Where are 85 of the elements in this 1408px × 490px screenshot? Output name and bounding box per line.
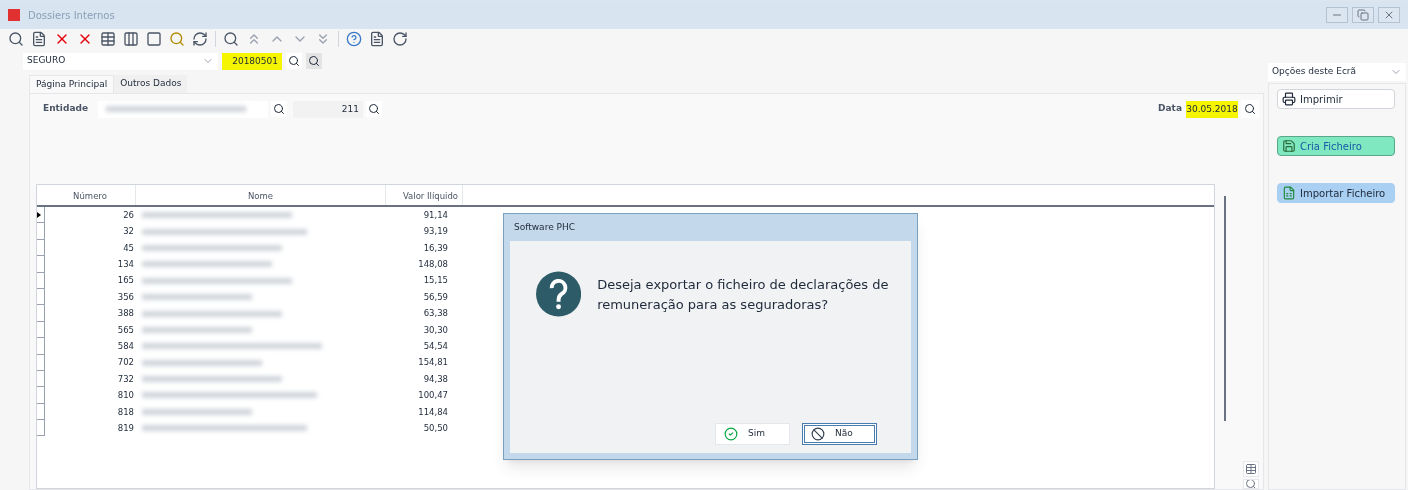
table-cell-text: 50,50 (422, 421, 449, 435)
options-dropdown[interactable]: Opções deste Ecrã (1268, 63, 1406, 81)
restore-button[interactable] (1352, 7, 1374, 23)
refresh-icon[interactable] (192, 31, 208, 47)
side-action-button[interactable]: Importar Ficheiro (1277, 183, 1395, 203)
spreadsheet-icon (1282, 186, 1296, 200)
table-cell-text: 134 (116, 258, 135, 271)
search-button[interactable] (366, 101, 382, 117)
window-title: Dossiers Internos (28, 8, 115, 23)
table-cell-text: 94,38 (422, 372, 449, 386)
question-icon (536, 271, 582, 317)
new-document-icon[interactable] (31, 31, 47, 47)
table-cell-text: 165 (116, 274, 135, 288)
search-icon[interactable] (169, 31, 185, 47)
tab[interactable]: Outros Dados (114, 75, 188, 93)
search-button[interactable] (271, 101, 287, 117)
table-cell-text: 30,30 (422, 323, 449, 337)
dialog-title: Software PHC (513, 221, 576, 234)
table-cell-text: 584 (116, 339, 135, 353)
table-cell-text: 45 (122, 241, 135, 255)
table-cell-text: 356 (116, 290, 135, 304)
code-field[interactable]: 20180501 (222, 52, 282, 70)
table-cell-text: 810 (116, 389, 135, 402)
table-cell-text: 54,54 (422, 339, 449, 353)
table-cell-text: 114,84 (417, 405, 449, 419)
side-action-button[interactable]: Cria Ficheiro (1277, 136, 1395, 156)
field-label: Data (1158, 102, 1182, 116)
type-dropdown[interactable]: SEGURO (23, 52, 218, 70)
table-cell-text: 16,39 (422, 241, 449, 255)
table-cell-text: 100,47 (417, 389, 449, 402)
reload-icon[interactable] (392, 31, 408, 47)
search-icon (368, 103, 380, 115)
scrollbar[interactable] (1224, 196, 1226, 421)
table-cell-text: 148,08 (417, 258, 449, 271)
search-button[interactable] (306, 53, 322, 69)
app-logo-icon (8, 9, 20, 21)
grid-options-button[interactable] (1243, 461, 1259, 477)
help-icon[interactable] (346, 31, 362, 47)
side-action-button[interactable]: Imprimir (1277, 89, 1395, 109)
search-button[interactable] (1241, 100, 1259, 118)
table-cell-text: 388 (116, 307, 135, 320)
field-label: Entidade (43, 102, 88, 116)
search-icon (308, 55, 320, 67)
column-header[interactable]: Número (45, 185, 136, 205)
entity-number-field[interactable]: 211 (293, 100, 363, 118)
entity-name-field[interactable] (98, 100, 268, 118)
dialog-button[interactable]: Não (802, 423, 877, 445)
tab[interactable]: Página Principal (29, 75, 115, 93)
table-cell-text: 91,14 (422, 208, 449, 222)
preview-icon[interactable] (223, 31, 239, 47)
grid-search-button[interactable] (1243, 479, 1259, 489)
dialog-message: Deseja exportar o ficheiro de declarações de remuneração para as seguradoras? (597, 276, 890, 314)
close-icon (1383, 9, 1395, 21)
date-field[interactable]: 30.05.2018 (1186, 100, 1238, 118)
search-icon (1244, 103, 1256, 115)
document-icon[interactable] (369, 31, 385, 47)
table-cell-text: 32 (122, 225, 135, 238)
check-icon (724, 427, 738, 441)
search-icon[interactable] (8, 31, 24, 47)
close-button[interactable] (1378, 7, 1400, 23)
table-cell-text: 819 (116, 421, 135, 435)
search-icon (273, 103, 285, 115)
table-cell-text: 565 (116, 323, 135, 337)
table-cell-text: 154,81 (417, 356, 449, 370)
search-button[interactable] (286, 53, 302, 69)
table-icon (1245, 463, 1257, 475)
table-cell-text: 15,15 (422, 274, 449, 288)
row-selector[interactable] (37, 207, 45, 224)
columns-icon[interactable] (123, 31, 139, 47)
table-cell-text: 702 (116, 356, 135, 370)
search-icon (288, 55, 300, 67)
printer-icon (1282, 92, 1296, 106)
column-header[interactable]: Nome (136, 185, 386, 205)
dialog-button[interactable]: Sim (715, 423, 790, 445)
column-header[interactable]: Valor Ilíquido (386, 185, 463, 205)
cancel-icon (811, 427, 825, 441)
table-icon[interactable] (100, 31, 116, 47)
minimize-button[interactable] (1326, 7, 1348, 23)
table-cell-text: 26 (122, 208, 135, 222)
table-cell-text: 93,19 (422, 225, 449, 238)
table-cell-text: 56,59 (422, 290, 449, 304)
table-cell-text: 732 (116, 372, 135, 386)
table-cell-text: 818 (116, 405, 135, 419)
table-cell-text: 63,38 (422, 307, 449, 320)
restore-icon (1357, 9, 1369, 21)
